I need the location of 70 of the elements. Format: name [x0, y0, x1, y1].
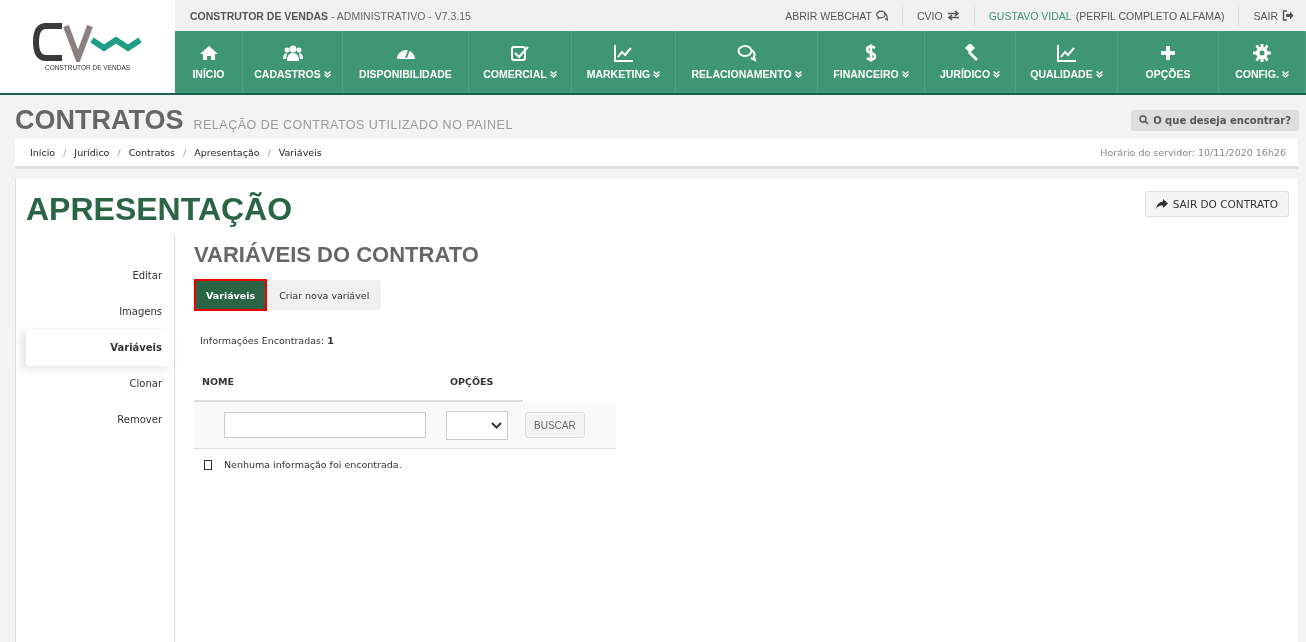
breadcrumb-link[interactable]: Variáveis [278, 147, 322, 158]
page-subtitle: RELAÇÃO DE CONTRATOS UTILIZADO NO PAINEL [193, 117, 513, 132]
home-icon [198, 44, 219, 62]
double-caret-icon [1281, 70, 1289, 78]
nav-item[interactable]: CONFIG. [1219, 31, 1306, 93]
double-caret-icon [549, 70, 557, 78]
section-title: VARIÁVEIS DO CONTRATO [194, 242, 480, 268]
users-icon [282, 44, 303, 62]
double-caret-icon [323, 70, 331, 78]
check-icon [510, 44, 530, 62]
side-menu-item[interactable]: Editar [26, 258, 174, 294]
page-title: CONTRATOS [15, 104, 184, 136]
chat-icon [736, 44, 757, 62]
breadcrumb-separator: / [117, 147, 121, 158]
nav-item[interactable]: COMERCIAL [469, 31, 572, 93]
card-title: APRESENTAÇÃO [26, 191, 293, 228]
chevron-down-icon [491, 421, 502, 429]
logout-icon [1282, 10, 1294, 21]
breadcrumb-link[interactable]: Apresentação [194, 147, 260, 158]
name-filter-field[interactable] [224, 412, 426, 438]
empty-message: Nenhuma informação foi encontrada. [224, 459, 402, 470]
share-arrow-icon [1155, 199, 1168, 209]
side-menu-item[interactable]: Imagens [26, 294, 174, 330]
side-menu-item[interactable]: Variáveis [26, 330, 174, 366]
double-caret-icon [901, 70, 909, 78]
search-icon [1139, 115, 1150, 125]
tab[interactable]: Variáveis [194, 279, 268, 311]
square-icon [204, 459, 212, 470]
nav-item[interactable]: RELACIONAMENTO [676, 31, 818, 93]
breadcrumb-separator: / [63, 147, 67, 158]
user-name[interactable]: GUSTAVO VIDAL (PERFIL COMPLETO ALFAMA) [974, 4, 1240, 27]
exit-button[interactable]: SAIR DO CONTRATO [1144, 191, 1289, 217]
settings-icon [1252, 44, 1272, 62]
breadcrumb-separator: / [267, 147, 271, 158]
chart-icon [613, 44, 634, 62]
nav-item[interactable]: INÍCIO [175, 31, 243, 93]
nav-item[interactable]: JURÍDICO [925, 31, 1016, 93]
plus-icon [1158, 44, 1178, 62]
nav-item[interactable]: OPÇÕES [1118, 31, 1219, 93]
breadcrumb-link[interactable]: Início [30, 147, 56, 158]
chart-icon [1056, 44, 1077, 62]
tab[interactable]: Criar nova variável [267, 280, 382, 310]
nav-item[interactable]: CADASTROS [243, 31, 343, 93]
column-header: OPÇÕES [450, 376, 494, 387]
server-time: Horário do servidor: 10/11/2020 16h26 [1100, 147, 1286, 158]
double-caret-icon [794, 70, 802, 78]
logo-icon [31, 22, 144, 62]
nav-item[interactable]: FINANCEIRO [818, 31, 925, 93]
search-button[interactable]: BUSCAR [525, 412, 585, 438]
side-menu-item[interactable]: Remover [26, 402, 174, 438]
double-caret-icon [653, 70, 661, 78]
top-link[interactable]: CVIO [902, 4, 975, 27]
side-menu-item[interactable]: Clonar [26, 366, 174, 402]
breadcrumb-link[interactable]: Jurídico [74, 147, 110, 158]
breadcrumb-link[interactable]: Contratos [128, 147, 176, 158]
double-caret-icon [993, 70, 1001, 78]
top-link[interactable]: ABRIR WEBCHAT [771, 4, 903, 27]
double-caret-icon [1095, 70, 1103, 78]
logout-link[interactable]: SAIR [1239, 4, 1294, 27]
options-select[interactable] [446, 410, 508, 440]
search-button[interactable]: O que deseja encontrar? [1131, 109, 1299, 131]
nav-item[interactable]: DISPONIBILIDADE [343, 31, 469, 93]
app-title: CONSTRUTOR DE VENDAS - ADMINISTRATIVO - V7.3.15 [190, 9, 471, 22]
chat-icon [875, 10, 888, 21]
nav-item[interactable]: MARKETING [572, 31, 676, 93]
swap-icon [946, 10, 960, 21]
breadcrumb-separator: / [183, 147, 187, 158]
column-header: NOME [201, 376, 235, 387]
nav-item[interactable]: QUALIDADE [1016, 31, 1118, 93]
results-count: Informações Encontradas: 1 [200, 335, 335, 346]
